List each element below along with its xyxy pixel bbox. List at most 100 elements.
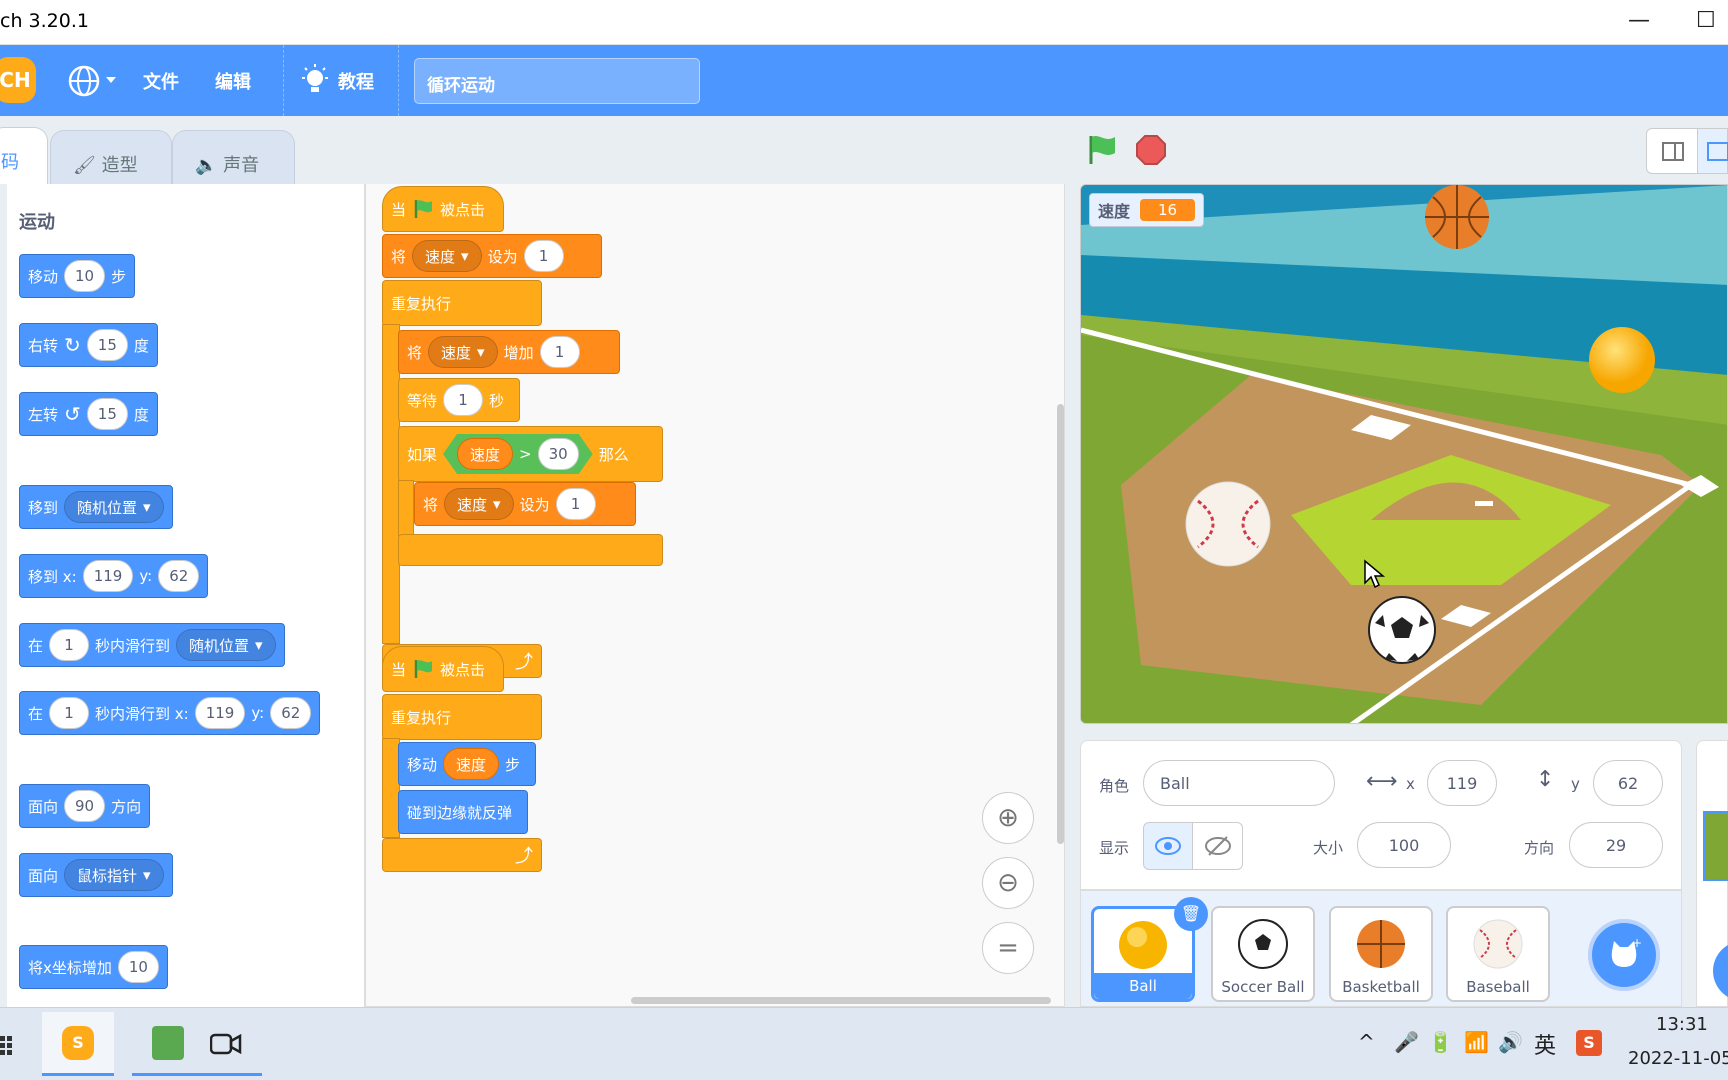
file-menu[interactable]: 文件 [143,68,179,94]
steps-input[interactable]: 10 [64,260,106,292]
seconds-input[interactable]: 1 [49,629,90,661]
soccer-ball-sprite[interactable] [1367,595,1437,665]
show-sprite-button[interactable] [1143,822,1193,870]
block-wait[interactable]: 等待 1 秒 [398,378,520,422]
value-input[interactable]: 1 [555,488,596,520]
taskbar-scratch-app[interactable]: S [42,1012,114,1076]
block-change-x[interactable]: 将x坐标增加 10 [19,945,168,989]
block-glide-random[interactable]: 在 1 秒内滑行到 随机位置 ▾ [19,623,285,667]
block-goto-random[interactable]: 移到 随机位置 ▾ [19,485,173,529]
edit-menu[interactable]: 编辑 [215,68,251,94]
stage-selector-panel[interactable] [1696,740,1728,1007]
volume-icon[interactable]: 🔊 [1498,1030,1523,1054]
value-input[interactable]: 1 [539,336,580,368]
tab-costumes[interactable]: 🖌 造型 [50,130,172,184]
wifi-icon[interactable]: 📶 [1464,1030,1489,1054]
block-point-direction[interactable]: 面向 90 方向 [19,784,151,828]
block-change-variable[interactable]: 将 速度 ▾ 增加 1 [398,330,620,374]
script-workspace[interactable]: 当 被点击 将 速度 ▾ 设为 1 重复执行 ⤴ 将 速度 ▾ 增加 1 等待 1 … [365,184,1065,1007]
project-title-input[interactable]: 循环运动 [414,58,700,104]
value-input[interactable]: 1 [523,240,564,272]
zoom-in-button[interactable]: ⊕ [982,792,1034,844]
target-dropdown[interactable]: 鼠标指针 ▾ [64,859,164,891]
maximize-button[interactable]: ☐ [1696,8,1716,33]
stage[interactable]: 速度 16 [1080,184,1728,724]
small-stage-button[interactable] [1646,128,1698,174]
block-set-variable[interactable]: 将 速度 ▾ 设为 1 [414,482,636,526]
block-bounce[interactable]: 碰到边缘就反弹 [398,790,528,834]
block-turn-left[interactable]: 左转 ↺ 15 度 [19,392,158,436]
workspace-horizontal-scrollbar[interactable] [631,997,1051,1004]
variable-dropdown[interactable]: 速度 ▾ [444,488,514,520]
compare-input[interactable]: 30 [538,438,579,470]
hide-sprite-button[interactable] [1193,822,1243,870]
language-menu[interactable] [66,63,120,103]
zoom-out-button[interactable]: ⊖ [982,857,1034,909]
sogou-ime-icon[interactable]: S [1576,1030,1602,1056]
block-label: 步 [505,755,521,774]
large-stage-button[interactable] [1698,128,1728,174]
variable-dropdown[interactable]: 速度 ▾ [412,240,482,272]
variable-monitor[interactable]: 速度 16 [1089,193,1205,227]
variable-dropdown[interactable]: 速度 ▾ [428,336,498,368]
variable-reporter[interactable]: 速度 [457,438,513,470]
block-set-variable[interactable]: 将 速度 ▾ 设为 1 [382,234,602,278]
x-input[interactable]: 119 [194,697,246,729]
tutorials-menu[interactable]: 教程 [300,63,374,99]
tab-code-label: 码 [1,152,19,173]
block-move-steps[interactable]: 移动 速度 步 [398,742,536,786]
degrees-input[interactable]: 15 [86,329,128,361]
x-position-input[interactable]: 119 [1427,760,1497,806]
block-when-flag-clicked[interactable]: 当 被点击 [382,186,504,232]
seconds-input[interactable]: 1 [443,384,484,416]
taskbar-recorder-app[interactable] [190,1012,262,1076]
tab-code[interactable]: 码 [0,127,48,184]
chevron-up-icon[interactable]: ^ [1358,1030,1375,1054]
x-input[interactable]: 119 [82,560,134,592]
change-x-input[interactable]: 10 [117,951,159,983]
block-goto-xy[interactable]: 移到 x: 119 y: 62 [19,554,209,598]
workspace-vertical-scrollbar[interactable] [1057,404,1064,844]
variable-reporter[interactable]: 速度 [443,748,500,780]
clock-time[interactable]: 13:31 [1656,1014,1708,1035]
direction-input[interactable]: 90 [64,790,106,822]
microphone-icon[interactable]: 🎤 [1394,1030,1419,1054]
sprite-card-basketball[interactable]: Basketball [1329,906,1433,1002]
sprite-card-ball[interactable]: Ball 🗑 [1091,897,1208,1002]
delete-sprite-button[interactable]: 🗑 [1174,897,1208,931]
scratch-logo[interactable]: CH [0,57,36,103]
target-dropdown[interactable]: 随机位置 ▾ [176,629,276,661]
green-flag-button[interactable] [1085,133,1119,167]
sprite-card-soccer-ball[interactable]: Soccer Ball [1211,906,1315,1002]
greater-than-operator[interactable]: 速度 > 30 [443,434,593,474]
size-input[interactable]: 100 [1357,822,1451,868]
ball-sprite[interactable] [1587,325,1657,395]
zoom-reset-button[interactable]: = [982,922,1034,974]
y-position-input[interactable]: 62 [1593,760,1663,806]
y-input[interactable]: 62 [270,697,312,729]
y-input[interactable]: 62 [158,560,200,592]
block-when-flag-clicked[interactable]: 当 被点击 [382,646,504,692]
minimize-button[interactable]: — [1628,8,1650,33]
block-move-steps[interactable]: 移动 10 步 [19,254,136,298]
add-sprite-button[interactable]: + [1588,919,1660,991]
clock-date[interactable]: 2022-11-05 [1628,1048,1728,1069]
block-glide-xy[interactable]: 在 1 秒内滑行到 x: 119 y: 62 [19,691,321,735]
input-method-indicator[interactable]: 英 [1534,1028,1556,1060]
baseball-sprite[interactable] [1183,479,1273,569]
basketball-sprite[interactable] [1421,185,1493,249]
target-dropdown[interactable]: 随机位置 ▾ [64,491,164,523]
block-turn-right[interactable]: 右转 ↻ 15 度 [19,323,158,367]
battery-icon[interactable]: 🔋 [1428,1030,1453,1054]
add-backdrop-button[interactable] [1713,941,1728,1001]
seconds-input[interactable]: 1 [49,697,90,729]
degrees-input[interactable]: 15 [86,398,128,430]
stop-button[interactable] [1134,133,1168,167]
direction-input[interactable]: 29 [1569,822,1663,868]
start-grid-icon[interactable] [0,1032,16,1056]
sprite-card-baseball[interactable]: Baseball [1446,906,1550,1002]
sprite-name-input[interactable]: Ball [1143,760,1335,806]
block-palette[interactable]: 运动 移动 10 步 右转 ↻ 15 度 左转 ↺ 15 度 移到 随机位置 ▾ … [0,184,373,1007]
block-point-towards[interactable]: 面向 鼠标指针 ▾ [19,853,173,897]
tab-sounds[interactable]: 🔈 声音 [172,130,295,184]
